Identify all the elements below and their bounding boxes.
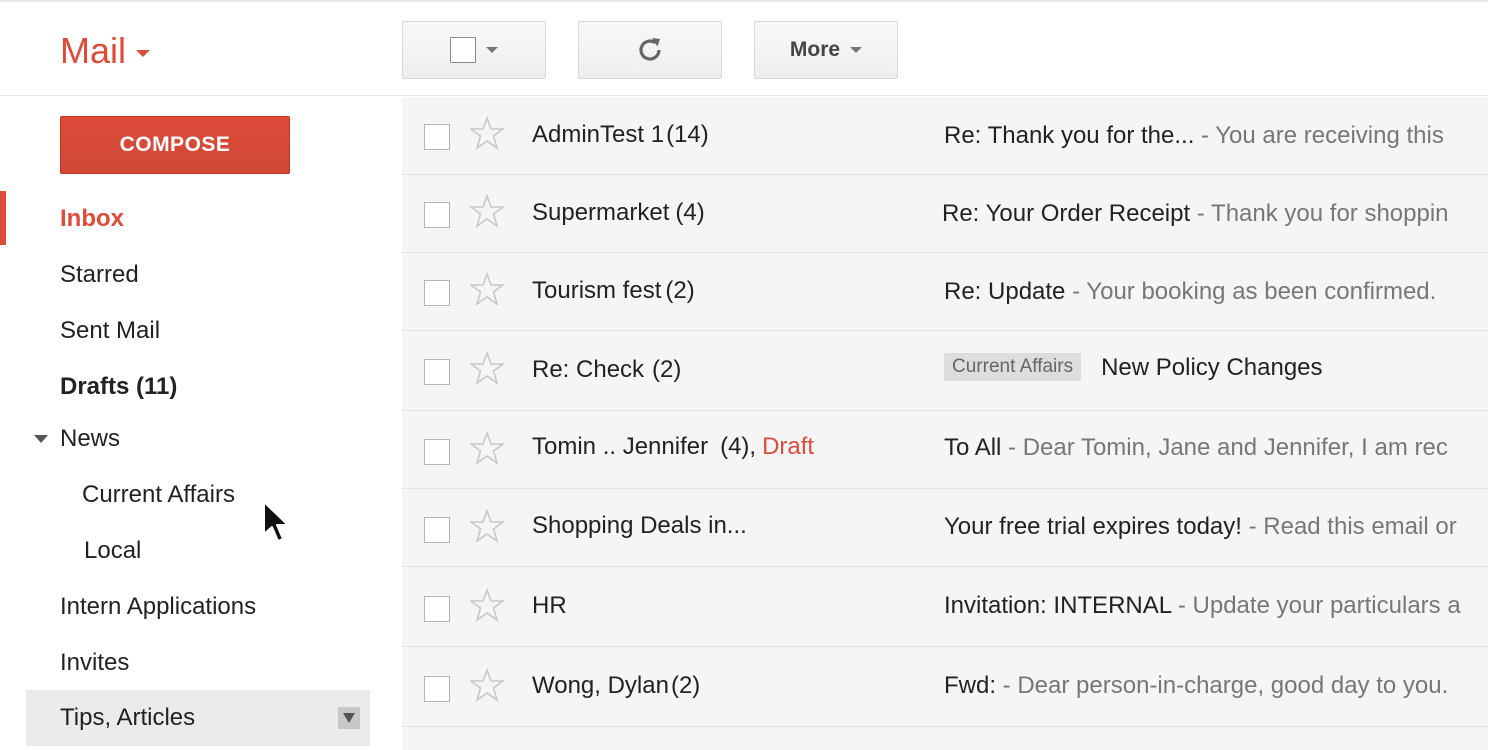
email-subject-snippet: To All - Dear Tomin, Jane and Jennifer, …	[944, 434, 1448, 461]
sidebar-item-sent-mail[interactable]: Sent Mail	[0, 305, 402, 357]
sidebar-item-news[interactable]: News	[0, 413, 402, 465]
row-checkbox[interactable]	[424, 439, 450, 465]
star-icon[interactable]	[470, 431, 504, 465]
email-subject-snippet: Re: Your Order Receipt - Thank you for s…	[942, 200, 1449, 227]
email-subject-snippet: Your free trial expires today! - Read th…	[944, 513, 1457, 540]
email-row[interactable]: Re: Check (2) Current Affairs New Policy C…	[402, 331, 1488, 411]
sidebar-item-label: Intern Applications	[60, 593, 257, 620]
sidebar-item-label: Inbox	[60, 205, 124, 232]
expand-triangle-icon[interactable]	[34, 435, 48, 443]
checkbox-icon	[450, 37, 476, 63]
sidebar-item-label: Tips, Articles	[60, 704, 196, 731]
star-icon[interactable]	[470, 116, 504, 150]
email-row[interactable]: Supermarket (4) Re: Your Order Receipt - …	[402, 175, 1488, 253]
more-label: More	[789, 38, 841, 61]
dropdown-triangle-icon	[343, 713, 355, 723]
star-icon[interactable]	[470, 272, 504, 306]
sidebar-item-label: Drafts (11)	[60, 373, 178, 400]
star-icon[interactable]	[470, 194, 504, 228]
row-checkbox[interactable]	[424, 676, 450, 702]
email-subject-snippet: Re: Update - Your booking as been confir…	[944, 278, 1437, 305]
sidebar-item-local[interactable]: Local	[0, 525, 402, 577]
email-subject-snippet: Invitation: INTERNAL - Update your parti…	[944, 592, 1461, 619]
app-switcher[interactable]: Mail	[60, 30, 151, 72]
email-row[interactable]: HR Invitation: INTERNAL - Update your pa…	[402, 567, 1488, 647]
email-row[interactable]: Tourism fest (2) Re: Update - Your bookin…	[402, 253, 1488, 331]
more-button[interactable]: More	[754, 21, 898, 79]
select-button[interactable]	[402, 21, 546, 79]
email-subject-snippet: Re: Thank you for the... - You are recei…	[944, 122, 1444, 149]
email-sender: HR	[532, 592, 567, 619]
sidebar-item-current-affairs[interactable]: Current Affairs	[0, 469, 402, 521]
sidebar-item-label: Sent Mail	[60, 317, 161, 344]
star-icon[interactable]	[470, 509, 504, 543]
email-sender: Tourism fest (2)	[532, 277, 695, 304]
email-row[interactable]: AdminTest 1(14) Re: Thank you for the...…	[402, 97, 1488, 175]
app-title: Mail	[60, 30, 127, 71]
row-checkbox[interactable]	[424, 517, 450, 543]
email-sender: Re: Check (2)	[532, 356, 682, 383]
sidebar: COMPOSE Inbox Starred Sent Mail Drafts (…	[0, 97, 402, 750]
email-subject-snippet: Fwd: - Dear person-in-charge, good day t…	[944, 672, 1449, 699]
email-subject-snippet: Current Affairs New Policy Changes	[944, 353, 1323, 382]
email-sender: AdminTest 1(14)	[532, 121, 709, 148]
star-icon[interactable]	[470, 668, 504, 702]
sidebar-item-label: Current Affairs	[82, 481, 235, 508]
mouse-cursor-icon	[263, 501, 289, 542]
caret-down-icon	[486, 47, 498, 53]
label-options-button[interactable]	[338, 707, 360, 729]
sidebar-item-invites[interactable]: Invites	[0, 637, 402, 689]
email-sender: Supermarket (4)	[532, 199, 705, 226]
sidebar-item-label: Local	[84, 537, 142, 564]
sidebar-item-drafts[interactable]: Drafts (11)	[0, 361, 402, 413]
row-checkbox[interactable]	[424, 359, 450, 385]
sidebar-item-label: Starred	[60, 261, 139, 288]
sidebar-item-label: Invites	[60, 649, 130, 676]
email-row[interactable]: Shopping Deals in... Your free trial exp…	[402, 489, 1488, 567]
row-checkbox[interactable]	[424, 596, 450, 622]
email-list: AdminTest 1(14) Re: Thank you for the...…	[402, 97, 1488, 750]
email-row[interactable]: Wong, Dylan(2) Fwd: - Dear person-in-cha…	[402, 647, 1488, 727]
email-sender: Wong, Dylan(2)	[532, 672, 701, 699]
label-chip[interactable]: Current Affairs	[944, 353, 1082, 381]
sidebar-item-inbox[interactable]: Inbox	[0, 193, 402, 245]
caret-down-icon	[136, 49, 151, 57]
draft-indicator: Draft	[762, 433, 815, 460]
caret-down-icon	[850, 47, 863, 53]
star-icon[interactable]	[470, 588, 504, 622]
sidebar-item-intern-applications[interactable]: Intern Applications	[0, 581, 402, 633]
compose-button[interactable]: COMPOSE	[60, 116, 290, 174]
sidebar-item-starred[interactable]: Starred	[0, 249, 402, 301]
refresh-button[interactable]	[578, 21, 722, 79]
row-checkbox[interactable]	[424, 124, 450, 150]
sidebar-item-label: News	[60, 425, 121, 452]
email-row[interactable]: Tomin .. Jennifer (4), Draft To All - Dear…	[402, 411, 1488, 489]
row-checkbox[interactable]	[424, 280, 450, 306]
email-sender: Tomin .. Jennifer (4), Draft	[532, 433, 815, 460]
star-icon[interactable]	[470, 351, 504, 385]
email-sender: Shopping Deals in...	[532, 512, 747, 539]
header: Mail More	[0, 2, 1488, 96]
row-checkbox[interactable]	[424, 202, 450, 228]
refresh-icon	[639, 38, 661, 61]
